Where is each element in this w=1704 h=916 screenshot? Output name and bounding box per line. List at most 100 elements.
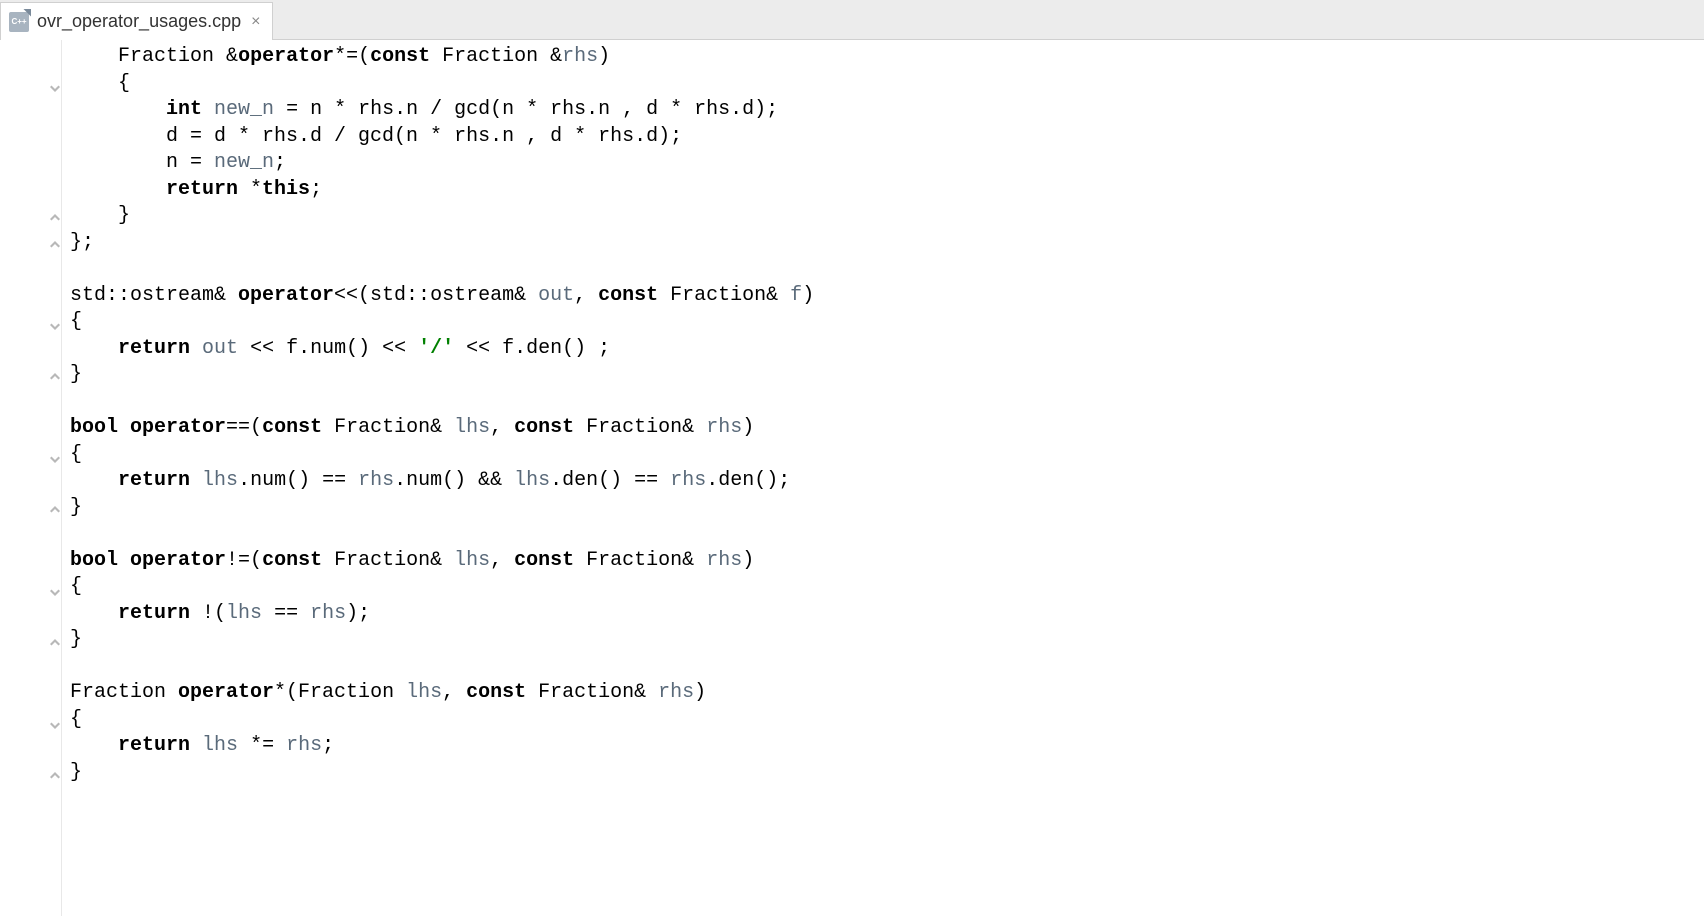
code-token: lhs	[406, 681, 442, 704]
code-line[interactable]: std::ostream& operator<<(std::ostream& o…	[70, 283, 1704, 310]
code-line[interactable]: }	[70, 495, 1704, 522]
code-line[interactable]	[70, 389, 1704, 416]
fold-open-icon[interactable]	[48, 80, 62, 94]
code-token: }	[70, 628, 82, 651]
code-line[interactable]	[70, 654, 1704, 681]
code-token: rhs	[286, 734, 322, 757]
code-line[interactable]: return lhs.num() == rhs.num() && lhs.den…	[70, 468, 1704, 495]
code-token: lhs	[202, 469, 238, 492]
code-token: return	[118, 337, 190, 360]
code-token: const	[262, 416, 322, 439]
code-line[interactable]: d = d * rhs.d / gcd(n * rhs.n , d * rhs.…	[70, 124, 1704, 151]
code-token: !=(	[226, 549, 262, 572]
code-line[interactable]: return !(lhs == rhs);	[70, 601, 1704, 628]
code-token: };	[70, 231, 94, 254]
code-line[interactable]: Fraction &operator*=(const Fraction &rhs…	[70, 44, 1704, 71]
code-line[interactable]: };	[70, 230, 1704, 257]
code-token: *(Fraction	[274, 681, 406, 704]
editor-tab[interactable]: ovr_operator_usages.cpp ×	[0, 2, 273, 40]
code-line[interactable]: bool operator==(const Fraction& lhs, con…	[70, 415, 1704, 442]
code-token: }	[70, 761, 82, 784]
code-token: <<(std::ostream&	[334, 284, 538, 307]
fold-open-icon[interactable]	[48, 717, 62, 731]
code-token: }	[70, 363, 82, 386]
code-token	[190, 337, 202, 360]
code-token: return	[166, 178, 238, 201]
code-token: int	[166, 98, 202, 121]
fold-open-icon[interactable]	[48, 451, 62, 465]
code-line[interactable]: {	[70, 574, 1704, 601]
code-token	[190, 734, 202, 757]
code-token: }	[70, 204, 130, 227]
code-token: )	[598, 45, 610, 68]
code-token: lhs	[454, 549, 490, 572]
code-token: return	[118, 469, 190, 492]
code-line[interactable]: {	[70, 707, 1704, 734]
code-token	[118, 416, 130, 439]
code-token: ,	[574, 284, 598, 307]
code-token: ,	[442, 681, 466, 704]
fold-close-icon[interactable]	[48, 212, 62, 226]
code-line[interactable]: Fraction operator*(Fraction lhs, const F…	[70, 680, 1704, 707]
code-line[interactable]: {	[70, 71, 1704, 98]
code-token: '/'	[418, 337, 454, 360]
code-line[interactable]: return *this;	[70, 177, 1704, 204]
code-line[interactable]: bool operator!=(const Fraction& lhs, con…	[70, 548, 1704, 575]
code-token: operator	[130, 416, 226, 439]
code-token: *	[238, 178, 262, 201]
code-line[interactable]: }	[70, 627, 1704, 654]
fold-close-icon[interactable]	[48, 371, 62, 385]
code-line[interactable]: }	[70, 362, 1704, 389]
code-line[interactable]	[70, 521, 1704, 548]
code-token: rhs	[670, 469, 706, 492]
code-token: out	[202, 337, 238, 360]
tab-filename: ovr_operator_usages.cpp	[37, 11, 241, 32]
code-line[interactable]: n = new_n;	[70, 150, 1704, 177]
code-token: return	[118, 602, 190, 625]
code-token: out	[538, 284, 574, 307]
code-token: const	[514, 416, 574, 439]
code-line[interactable]: }	[70, 760, 1704, 787]
fold-open-icon[interactable]	[48, 318, 62, 332]
gutter[interactable]	[0, 40, 62, 916]
code-token: operator	[178, 681, 274, 704]
fold-close-icon[interactable]	[48, 504, 62, 518]
code-line[interactable]: int new_n = n * rhs.n / gcd(n * rhs.n , …	[70, 97, 1704, 124]
code-token	[70, 98, 166, 121]
code-line[interactable]	[70, 256, 1704, 283]
code-token: lhs	[202, 734, 238, 757]
code-token	[118, 549, 130, 572]
code-token	[70, 337, 118, 360]
code-token: return	[118, 734, 190, 757]
code-token: .num() ==	[238, 469, 358, 492]
code-token: Fraction&	[526, 681, 658, 704]
fold-close-icon[interactable]	[48, 239, 62, 253]
code-token: ;	[310, 178, 322, 201]
code-line[interactable]: }	[70, 203, 1704, 230]
code-token: ,	[490, 549, 514, 572]
code-token: {	[70, 72, 130, 95]
code-token: .den() ==	[550, 469, 670, 492]
code-token	[70, 469, 118, 492]
close-icon[interactable]: ×	[249, 13, 262, 31]
code-token: const	[514, 549, 574, 572]
code-token: *=	[238, 734, 286, 757]
code-token: lhs	[454, 416, 490, 439]
fold-close-icon[interactable]	[48, 770, 62, 784]
code-line[interactable]: return out << f.num() << '/' << f.den() …	[70, 336, 1704, 363]
code-token: ==	[262, 602, 310, 625]
code-token	[190, 469, 202, 492]
code-token	[202, 98, 214, 121]
code-token: .den();	[706, 469, 790, 492]
code-view[interactable]: Fraction &operator*=(const Fraction &rhs…	[62, 40, 1704, 916]
code-token	[70, 45, 118, 68]
code-line[interactable]: {	[70, 309, 1704, 336]
code-token: rhs	[658, 681, 694, 704]
fold-open-icon[interactable]	[48, 584, 62, 598]
code-token: = n * rhs.n / gcd(n * rhs.n , d * rhs.d)…	[274, 98, 778, 121]
fold-close-icon[interactable]	[48, 637, 62, 651]
code-token: Fraction&	[322, 549, 454, 572]
code-line[interactable]: return lhs *= rhs;	[70, 733, 1704, 760]
code-line[interactable]: {	[70, 442, 1704, 469]
code-token: }	[70, 496, 82, 519]
